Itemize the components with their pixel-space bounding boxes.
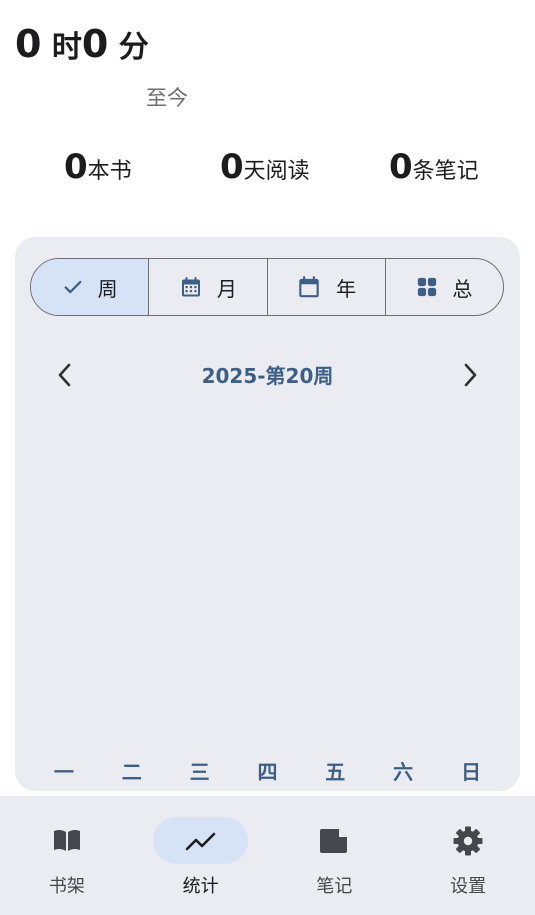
since-label: 至今 [146, 86, 188, 110]
stats-card: 周 月 年 总 2025-第20周 一 二 三 四 五 六 日 [15, 237, 520, 791]
segment-total-label: 总 [452, 276, 473, 301]
segment-year[interactable]: 年 [268, 259, 386, 315]
hours-value: 0 [15, 22, 42, 66]
weekday-axis: 一 二 三 四 五 六 日 [15, 756, 520, 785]
segment-month-label: 月 [216, 276, 237, 301]
total-reading-time: 0 时0 分 [15, 22, 149, 66]
hours-unit: 时 [41, 30, 82, 65]
weekday-label: 二 [121, 760, 142, 784]
period-label: 2025-第20周 [201, 364, 334, 388]
stat-days-value: 0 [220, 147, 244, 187]
stat-books-value: 0 [64, 147, 88, 187]
note-icon [320, 828, 348, 853]
weekday-label: 五 [325, 760, 346, 784]
nav-settings-label: 设置 [450, 876, 487, 897]
stat-notes-label: 条笔记 [412, 159, 479, 184]
weekday-label: 四 [257, 760, 278, 784]
nav-indicator [153, 817, 249, 864]
nav-settings[interactable]: 设置 [401, 796, 535, 915]
nav-notes[interactable]: 笔记 [268, 796, 402, 915]
calendar-month-icon [181, 277, 200, 297]
weekday-label: 六 [393, 760, 414, 784]
nav-notes-label: 笔记 [316, 876, 353, 897]
bottom-navigation: 书架 统计 笔记 设置 [0, 796, 535, 915]
segment-week[interactable]: 周 [31, 259, 150, 315]
stat-books: 0本书 [64, 147, 132, 187]
minutes-unit: 分 [108, 30, 149, 65]
weekday-label: 三 [189, 760, 210, 784]
grid-icon [418, 277, 437, 297]
stat-notes-value: 0 [389, 147, 413, 187]
weekday-label: 日 [460, 760, 481, 784]
minutes-value: 0 [81, 22, 109, 66]
trending-up-icon [185, 832, 215, 850]
stat-books-label: 本书 [87, 159, 132, 184]
check-icon [64, 280, 82, 294]
stat-days-label: 天阅读 [243, 159, 310, 184]
stat-days: 0天阅读 [220, 147, 310, 187]
nav-indicator [19, 817, 114, 864]
book-open-icon [53, 829, 80, 851]
nav-statistics-label: 统计 [182, 876, 219, 897]
nav-statistics[interactable]: 统计 [134, 796, 268, 915]
segment-week-label: 周 [97, 276, 118, 301]
nav-indicator [287, 817, 382, 864]
segment-month[interactable]: 月 [149, 259, 268, 315]
nav-indicator [421, 817, 516, 864]
nav-bookshelf-label: 书架 [48, 876, 85, 897]
nav-bookshelf[interactable]: 书架 [0, 796, 134, 915]
chevron-right-icon[interactable] [458, 361, 482, 389]
calendar-icon [299, 276, 319, 298]
segment-year-label: 年 [336, 276, 357, 301]
weekday-label: 一 [53, 760, 74, 784]
period-segmented-control: 周 月 年 总 [30, 258, 504, 316]
segment-total[interactable]: 总 [386, 259, 503, 315]
gear-icon [453, 826, 483, 855]
stat-notes: 0条笔记 [389, 147, 479, 187]
